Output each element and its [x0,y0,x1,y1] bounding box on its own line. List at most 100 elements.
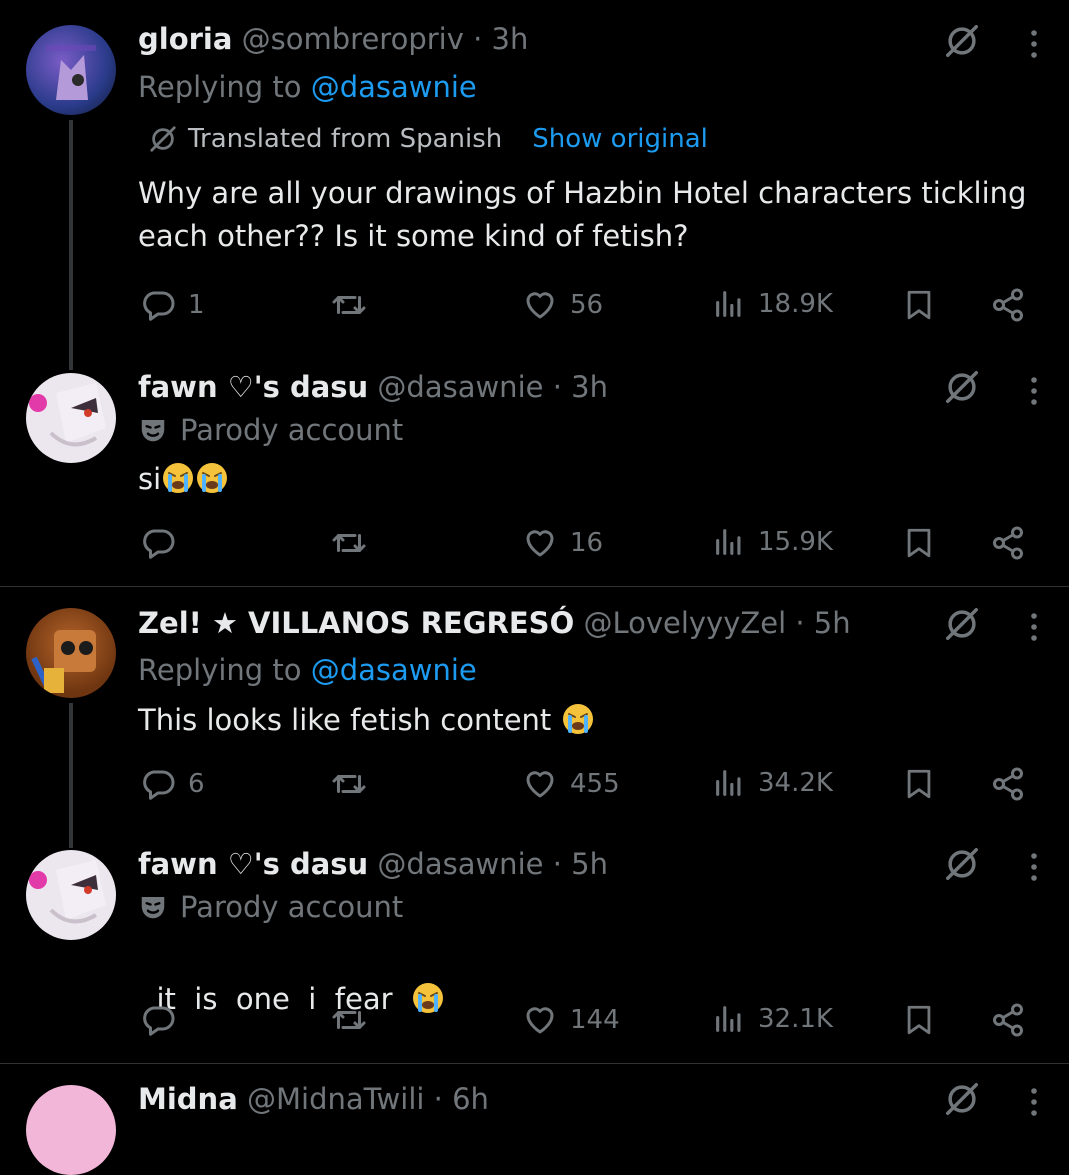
handle[interactable]: @dasawnie [377,370,543,404]
like-button[interactable]: 144 [522,1002,620,1038]
repost-icon [330,525,368,561]
replying-to: Replying to @dasawnie [138,653,477,687]
more-icon[interactable] [1024,852,1044,882]
tweet-header: gloria @sombreropriv · 3h [138,22,528,56]
heart-icon [522,287,558,323]
repost-button[interactable] [330,766,368,802]
tweet-header: Zel! ★ VILLANOS REGRESÓ @LovelyyyZel · 5… [138,606,851,640]
display-name[interactable]: fawn ♡'s dasu [138,847,368,881]
like-button[interactable]: 455 [522,766,620,802]
repost-icon [330,1002,368,1038]
loudly-crying-face-emoji [411,981,445,1015]
bookmark-button[interactable] [902,525,936,561]
display-name[interactable]: Zel! ★ VILLANOS REGRESÓ [138,606,574,640]
more-icon[interactable] [1024,612,1044,642]
replying-to-link[interactable]: @dasawnie [311,70,477,104]
tweet-header: fawn ♡'s dasu @dasawnie · 3h [138,370,608,404]
views-count: 34.2K [758,768,833,798]
divider [0,586,1069,587]
reply-count: 1 [188,290,205,320]
reply-icon [140,766,176,802]
bookmark-button[interactable] [902,766,936,802]
avatar[interactable] [26,373,116,463]
grok-icon[interactable] [943,605,981,643]
theater-mask-icon [138,415,168,445]
repost-button[interactable] [330,1002,368,1038]
reply-button[interactable]: 6 [140,766,205,802]
heart-icon [522,1002,558,1038]
repost-icon [330,766,368,802]
views-icon [712,287,746,321]
views-button[interactable]: 15.9K [712,525,833,559]
display-name[interactable]: fawn ♡'s dasu [138,370,368,404]
reply-button[interactable]: 1 [140,287,205,323]
show-original-link[interactable]: Show original [532,124,708,154]
grok-icon[interactable] [943,1080,981,1118]
like-button[interactable]: 16 [522,525,603,561]
like-count: 455 [570,769,620,799]
reply-icon [140,1002,176,1038]
reply-button[interactable] [140,1002,188,1038]
timestamp[interactable]: · 5h [553,847,608,881]
bookmark-button[interactable] [902,1002,936,1038]
reply-button[interactable] [140,525,188,561]
timestamp[interactable]: · 3h [473,22,528,56]
grok-icon[interactable] [943,22,981,60]
grok-icon [148,124,178,154]
share-button[interactable] [990,766,1026,802]
avatar[interactable] [26,25,116,115]
thread-line [69,120,73,370]
repost-button[interactable] [330,525,368,561]
tweet-text-content: This looks like fetish content [138,703,552,737]
repost-button[interactable] [330,287,368,323]
avatar[interactable] [26,608,116,698]
display-name[interactable]: gloria [138,22,232,56]
reply-icon [140,525,176,561]
share-icon [990,287,1026,323]
views-button[interactable]: 32.1K [712,1002,833,1036]
parody-text: Parody account [180,413,404,447]
share-button[interactable] [990,287,1026,323]
tweet-header: Midna @MidnaTwili · 6h [138,1082,489,1116]
bookmark-icon [902,525,936,561]
translation-notice: Translated from Spanish Show original [148,124,708,154]
timestamp[interactable]: · 3h [553,370,608,404]
parody-label: Parody account [138,413,403,447]
loudly-crying-face-emoji [161,461,195,495]
handle[interactable]: @dasawnie [377,847,543,881]
views-icon [712,766,746,800]
bookmark-icon [902,766,936,802]
timestamp[interactable]: · 5h [795,606,850,640]
more-icon[interactable] [1024,1087,1044,1117]
display-name[interactable]: Midna [138,1082,238,1116]
share-button[interactable] [990,1002,1026,1038]
handle[interactable]: @MidnaTwili [247,1082,424,1116]
views-button[interactable]: 34.2K [712,766,833,800]
share-icon [990,1002,1026,1038]
parody-label: Parody account [138,890,403,924]
grok-icon[interactable] [943,368,981,406]
timestamp[interactable]: · 6h [434,1082,489,1116]
grok-icon[interactable] [943,845,981,883]
share-button[interactable] [990,525,1026,561]
more-icon[interactable] [1024,376,1044,406]
share-icon [990,525,1026,561]
replying-to-link[interactable]: @dasawnie [311,653,477,687]
like-button[interactable]: 56 [522,287,603,323]
handle[interactable]: @LovelyyyZel [583,606,786,640]
avatar[interactable] [26,850,116,940]
bookmark-icon [902,287,936,323]
tweet-text: Why are all your drawings of Hazbin Hote… [138,176,1027,253]
repost-icon [330,287,368,323]
loudly-crying-face-emoji [561,702,595,736]
handle[interactable]: @sombreropriv [242,22,464,56]
reply-count: 6 [188,769,205,799]
parody-text: Parody account [180,890,404,924]
replying-to: Replying to @dasawnie [138,70,477,104]
bookmark-button[interactable] [902,287,936,323]
divider [0,1063,1069,1064]
more-icon[interactable] [1024,29,1044,59]
views-button[interactable]: 18.9K [712,287,833,321]
views-icon [712,1002,746,1036]
tweet-text: si [138,458,1038,501]
